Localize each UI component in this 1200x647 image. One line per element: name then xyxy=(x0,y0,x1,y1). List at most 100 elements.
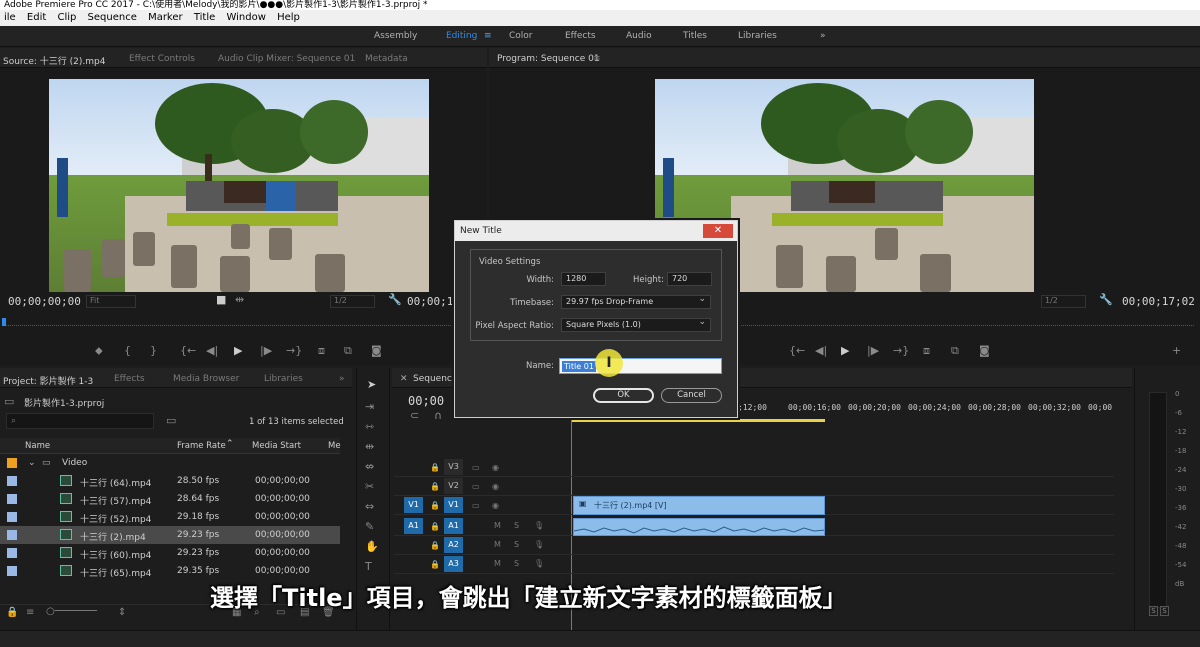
program-play-icon[interactable]: ▶ xyxy=(841,344,849,357)
tab-audio-clip-mixer[interactable]: Audio Clip Mixer: Sequence 01 xyxy=(218,54,355,64)
solo-left-button[interactable]: S xyxy=(1149,606,1158,616)
add-marker-icon[interactable]: ⬥ xyxy=(95,344,103,358)
list-view-icon[interactable]: ≡ xyxy=(26,607,34,618)
eye-icon[interactable]: ◉ xyxy=(492,482,499,491)
rate-stretch-tool-icon[interactable]: ⇎ xyxy=(365,460,374,473)
label-color-swatch[interactable] xyxy=(7,476,17,486)
lock-track-icon[interactable]: 🔒 xyxy=(430,541,440,550)
dialog-close-button[interactable]: ✕ xyxy=(703,224,733,238)
program-time-ruler[interactable] xyxy=(739,314,1194,326)
track-select-tool-icon[interactable]: ⇥ xyxy=(365,400,374,413)
menu-title[interactable]: Title xyxy=(190,10,219,26)
mute-icon[interactable]: M xyxy=(494,540,501,549)
project-clip-row[interactable]: 十三行 (57).mp4 28.64 fps 00;00;00;00 xyxy=(0,490,340,508)
tab-effect-controls[interactable]: Effect Controls xyxy=(129,54,195,64)
solo-icon[interactable]: S xyxy=(514,559,519,568)
type-tool-icon[interactable]: T xyxy=(365,560,372,573)
menu-marker[interactable]: Marker xyxy=(144,10,187,26)
microphone-icon[interactable]: 🎙 xyxy=(534,540,544,549)
source-time-ruler[interactable] xyxy=(5,314,475,326)
mark-out-icon[interactable]: } xyxy=(150,344,157,357)
pen-tool-icon[interactable]: ✎ xyxy=(365,520,374,533)
mark-in-icon[interactable]: { xyxy=(124,344,131,357)
menu-clip[interactable]: Clip xyxy=(53,10,80,26)
project-clip-row[interactable]: 十三行 (60).mp4 29.23 fps 00;00;00;00 xyxy=(0,544,340,562)
pixel-aspect-ratio-select[interactable]: Square Pixels (1.0) xyxy=(561,316,711,332)
wrench-icon[interactable]: 🔧 xyxy=(388,293,402,306)
work-area-bar[interactable] xyxy=(572,419,825,422)
project-clip-row[interactable]: 十三行 (52).mp4 29.18 fps 00;00;00;00 xyxy=(0,508,340,526)
program-wrench-icon[interactable]: 🔧 xyxy=(1099,293,1113,306)
source-patch-a1[interactable]: A1 xyxy=(404,518,423,534)
sync-lock-icon[interactable]: ▭ xyxy=(472,482,480,491)
lock-track-icon[interactable]: 🔒 xyxy=(430,522,440,531)
audio-clip[interactable] xyxy=(573,518,825,536)
eye-icon[interactable]: ◉ xyxy=(492,463,499,472)
cancel-button[interactable]: Cancel xyxy=(661,388,722,403)
label-color-swatch[interactable] xyxy=(7,566,17,576)
lock-track-icon[interactable]: 🔒 xyxy=(430,463,440,472)
program-go-to-in-icon[interactable]: {← xyxy=(789,344,805,357)
workspace-editing[interactable]: Editing xyxy=(446,31,477,41)
solo-icon[interactable]: S xyxy=(514,540,519,549)
workspace-audio[interactable]: Audio xyxy=(626,31,652,41)
tab-libraries[interactable]: Libraries xyxy=(264,374,303,384)
program-step-forward-icon[interactable]: |▶ xyxy=(867,344,879,357)
rolling-edit-tool-icon[interactable]: ⇹ xyxy=(365,440,374,453)
timebase-select[interactable]: 29.97 fps Drop-Frame xyxy=(561,293,711,309)
track-label-a3[interactable]: A3 xyxy=(444,556,463,572)
menu-help[interactable]: Help xyxy=(273,10,304,26)
tab-media-browser[interactable]: Media Browser xyxy=(173,374,239,384)
track-label-a1[interactable]: A1 xyxy=(444,518,463,534)
new-bin-icon[interactable]: ▭ xyxy=(166,414,176,427)
menu-sequence[interactable]: Sequence xyxy=(84,10,141,26)
selection-tool-icon[interactable]: ➤ xyxy=(367,378,376,391)
panel-more-icon[interactable]: » xyxy=(339,374,345,384)
disclosure-triangle-icon[interactable]: ⌄ xyxy=(28,458,36,468)
overwrite-icon[interactable]: ⧉ xyxy=(344,344,352,358)
linked-selection-icon[interactable]: ∩ xyxy=(434,409,442,422)
zoom-slider[interactable]: ○─────── xyxy=(46,606,97,617)
play-icon[interactable]: ▶ xyxy=(234,344,242,357)
step-back-icon[interactable]: ◀| xyxy=(206,344,218,357)
workspace-titles[interactable]: Titles xyxy=(683,31,707,41)
track-label-v1[interactable]: V1 xyxy=(444,497,463,513)
tab-sequence[interactable]: Sequence xyxy=(413,374,457,384)
lock-icon[interactable]: 🔒 xyxy=(6,607,18,618)
tab-project[interactable]: Project: 影片製作 1-3 xyxy=(3,374,93,387)
width-field[interactable]: 1280 xyxy=(561,272,606,286)
lift-icon[interactable]: ⧈ xyxy=(923,344,930,358)
snap-icon[interactable]: ⊂ xyxy=(410,409,419,422)
workspace-effects[interactable]: Effects xyxy=(565,31,596,41)
program-camera-icon[interactable]: ◙ xyxy=(979,344,990,357)
camera-icon[interactable]: ◙ xyxy=(371,344,382,357)
hand-tool-icon[interactable]: ✋ xyxy=(365,540,379,553)
workspace-more-icon[interactable]: » xyxy=(820,31,826,41)
solo-icon[interactable]: S xyxy=(514,521,519,530)
track-label-v3[interactable]: V3 xyxy=(444,459,463,475)
column-media-start[interactable]: Media Start xyxy=(252,441,301,451)
timeline-timecode[interactable]: 00;00 xyxy=(408,394,444,408)
project-clip-row[interactable]: 十三行 (64).mp4 28.50 fps 00;00;00;00 xyxy=(0,472,340,490)
insert-icon[interactable]: ⧈ xyxy=(318,344,325,358)
source-zoom-select[interactable]: 1/2 xyxy=(330,295,375,308)
source-patch-v1[interactable]: V1 xyxy=(404,497,423,513)
column-frame-rate[interactable]: Frame Rate xyxy=(177,441,226,451)
project-search-input[interactable]: ⌕ xyxy=(6,413,154,429)
go-to-out-icon[interactable]: →} xyxy=(286,344,302,357)
program-go-to-out-icon[interactable]: →} xyxy=(893,344,909,357)
menu-file[interactable]: ile xyxy=(0,10,20,26)
label-color-swatch[interactable] xyxy=(7,458,17,468)
workspace-libraries[interactable]: Libraries xyxy=(738,31,777,41)
tab-source[interactable]: Source: 十三行 (2).mp4 xyxy=(3,54,105,67)
marker-icon[interactable]: ■ xyxy=(216,293,226,306)
program-step-back-icon[interactable]: ◀| xyxy=(815,344,827,357)
label-color-swatch[interactable] xyxy=(7,530,17,540)
label-color-swatch[interactable] xyxy=(7,512,17,522)
title-name-input[interactable]: Title 01 xyxy=(559,358,722,374)
microphone-icon[interactable]: 🎙 xyxy=(534,521,544,530)
tab-metadata[interactable]: Metadata xyxy=(365,54,408,64)
menu-edit[interactable]: Edit xyxy=(23,10,50,26)
track-label-a2[interactable]: A2 xyxy=(444,537,463,553)
height-field[interactable]: 720 xyxy=(667,272,712,286)
